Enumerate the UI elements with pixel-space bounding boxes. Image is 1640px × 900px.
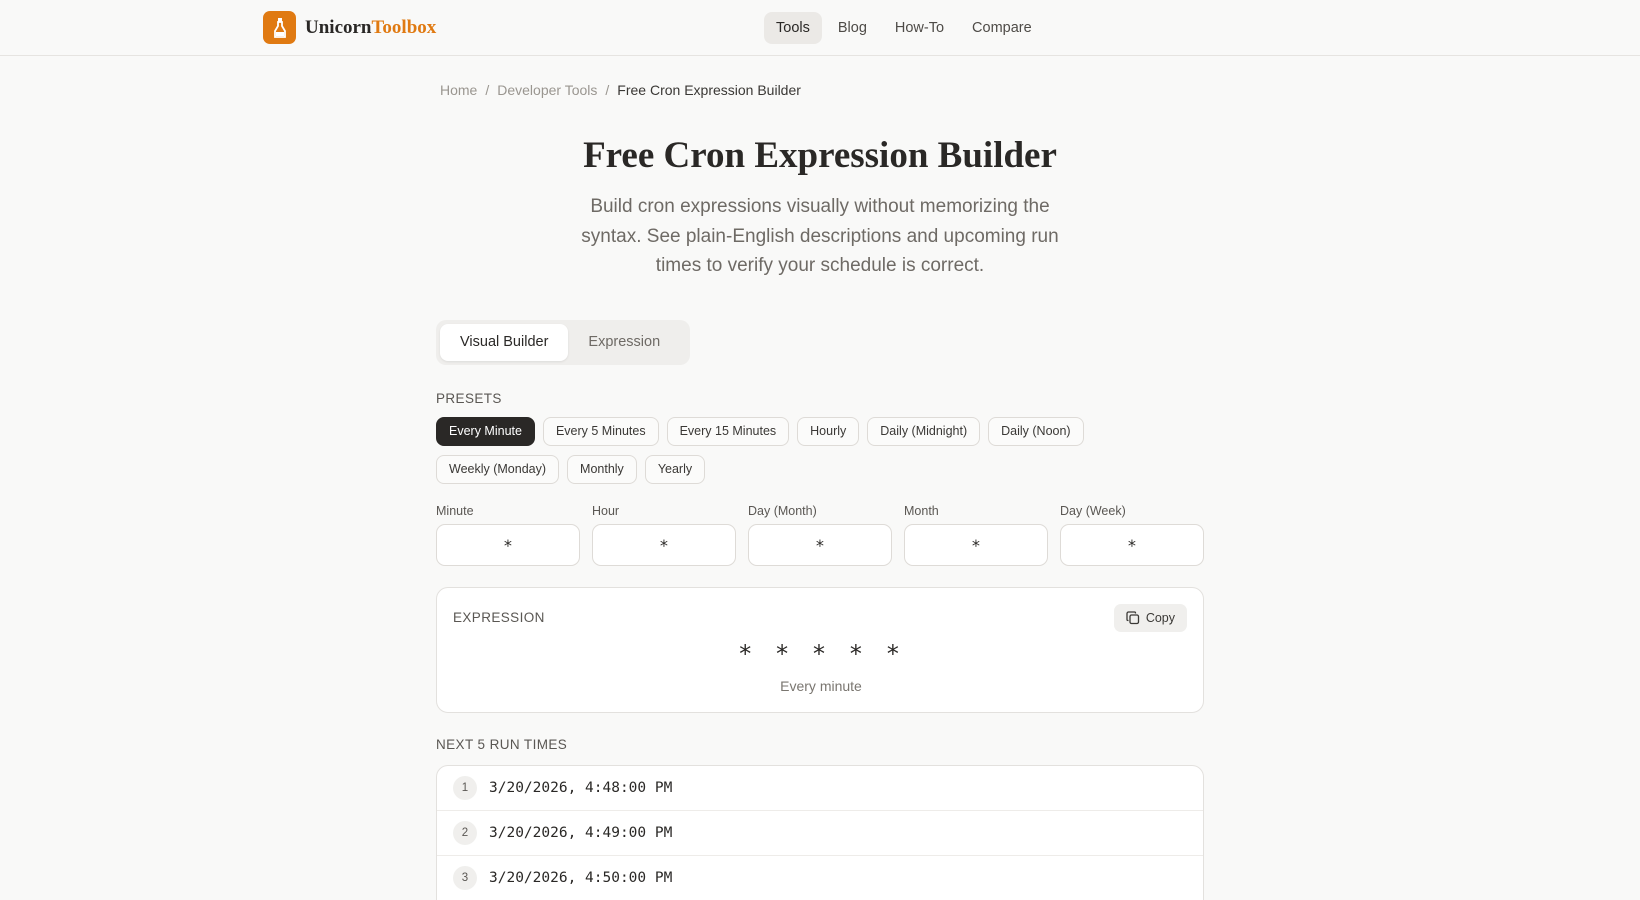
expression-label: EXPRESSION (453, 610, 545, 625)
preset-every-15-minutes[interactable]: Every 15 Minutes (666, 417, 790, 446)
run-time: 3/20/2026, 4:49:00 PM (489, 825, 673, 841)
field-hour: Hour (592, 504, 736, 566)
mode-tabs: Visual Builder Expression (436, 320, 690, 365)
run-time: 3/20/2026, 4:48:00 PM (489, 780, 673, 796)
page-title: Free Cron Expression Builder (583, 135, 1057, 176)
preset-monthly[interactable]: Monthly (567, 455, 637, 484)
preset-daily-midnight[interactable]: Daily (Midnight) (867, 417, 981, 446)
minute-input[interactable] (436, 524, 580, 566)
tab-expression[interactable]: Expression (568, 324, 680, 361)
main-nav: Tools Blog How-To Compare (764, 12, 1048, 44)
list-item: 1 3/20/2026, 4:48:00 PM (437, 766, 1203, 811)
top-navbar: UnicornToolbox Tools Blog How-To Compare (0, 0, 1640, 56)
preset-yearly[interactable]: Yearly (644, 455, 706, 484)
run-time: 3/20/2026, 4:50:00 PM (489, 870, 673, 886)
expression-value: * * * * * (737, 640, 905, 668)
field-day-week: Day (Week) (1060, 504, 1204, 566)
run-index-badge: 1 (453, 776, 477, 800)
field-label: Month (904, 504, 939, 518)
preset-hourly[interactable]: Hourly (797, 417, 860, 446)
breadcrumb-separator: / (485, 82, 490, 98)
cron-fields: Minute Hour Day (Month) Month Day (Week) (436, 504, 1204, 566)
next-runs-list: 1 3/20/2026, 4:48:00 PM 2 3/20/2026, 4:4… (436, 765, 1204, 900)
field-label: Hour (592, 504, 620, 518)
expression-description: Every minute (780, 678, 862, 694)
next-runs-label: NEXT 5 RUN TIMES (436, 737, 568, 752)
list-item: 2 3/20/2026, 4:49:00 PM (437, 811, 1203, 856)
field-label: Day (Week) (1060, 504, 1126, 518)
nav-how-to[interactable]: How-To (883, 12, 956, 44)
nav-blog[interactable]: Blog (826, 12, 879, 44)
day-month-input[interactable] (748, 524, 892, 566)
field-minute: Minute (436, 504, 580, 566)
list-item: 3 3/20/2026, 4:50:00 PM (437, 856, 1203, 900)
brand-name: UnicornToolbox (305, 16, 437, 38)
presets-label: PRESETS (436, 391, 502, 406)
field-label: Day (Month) (748, 504, 817, 518)
brand-logo[interactable]: UnicornToolbox (263, 11, 436, 44)
breadcrumb-separator: / (605, 82, 610, 98)
field-label: Minute (436, 504, 474, 518)
field-month: Month (904, 504, 1048, 566)
hour-input[interactable] (592, 524, 736, 566)
page-subtitle: Build cron expressions visually without … (581, 196, 1059, 276)
preset-every-5-minutes[interactable]: Every 5 Minutes (542, 417, 659, 446)
run-index-badge: 2 (453, 821, 477, 845)
month-input[interactable] (904, 524, 1048, 566)
unicorn-bottle-icon (263, 11, 296, 44)
tab-visual-builder[interactable]: Visual Builder (440, 324, 569, 361)
preset-daily-noon[interactable]: Daily (Noon) (988, 417, 1084, 446)
preset-every-minute[interactable]: Every Minute (436, 417, 535, 446)
copy-icon (1126, 611, 1139, 625)
breadcrumb-developer-tools[interactable]: Developer Tools (497, 82, 597, 98)
nav-tools[interactable]: Tools (764, 12, 822, 44)
presets-row-2: Weekly (Monday) Monthly Yearly (436, 455, 706, 484)
field-day-month: Day (Month) (748, 504, 892, 566)
copy-button[interactable]: Copy (1113, 604, 1187, 632)
day-week-input[interactable] (1060, 524, 1204, 566)
presets-row-1: Every Minute Every 5 Minutes Every 15 Mi… (436, 417, 1084, 446)
expression-card: EXPRESSION Copy * * * * * Every minute (436, 587, 1204, 713)
nav-compare[interactable]: Compare (960, 12, 1044, 44)
run-index-badge: 3 (453, 866, 477, 890)
breadcrumb: Home / Developer Tools / Free Cron Expre… (440, 82, 801, 98)
breadcrumb-home[interactable]: Home (440, 82, 477, 98)
preset-weekly-monday[interactable]: Weekly (Monday) (436, 455, 560, 484)
breadcrumb-current: Free Cron Expression Builder (617, 82, 801, 98)
copy-button-label: Copy (1145, 611, 1175, 625)
